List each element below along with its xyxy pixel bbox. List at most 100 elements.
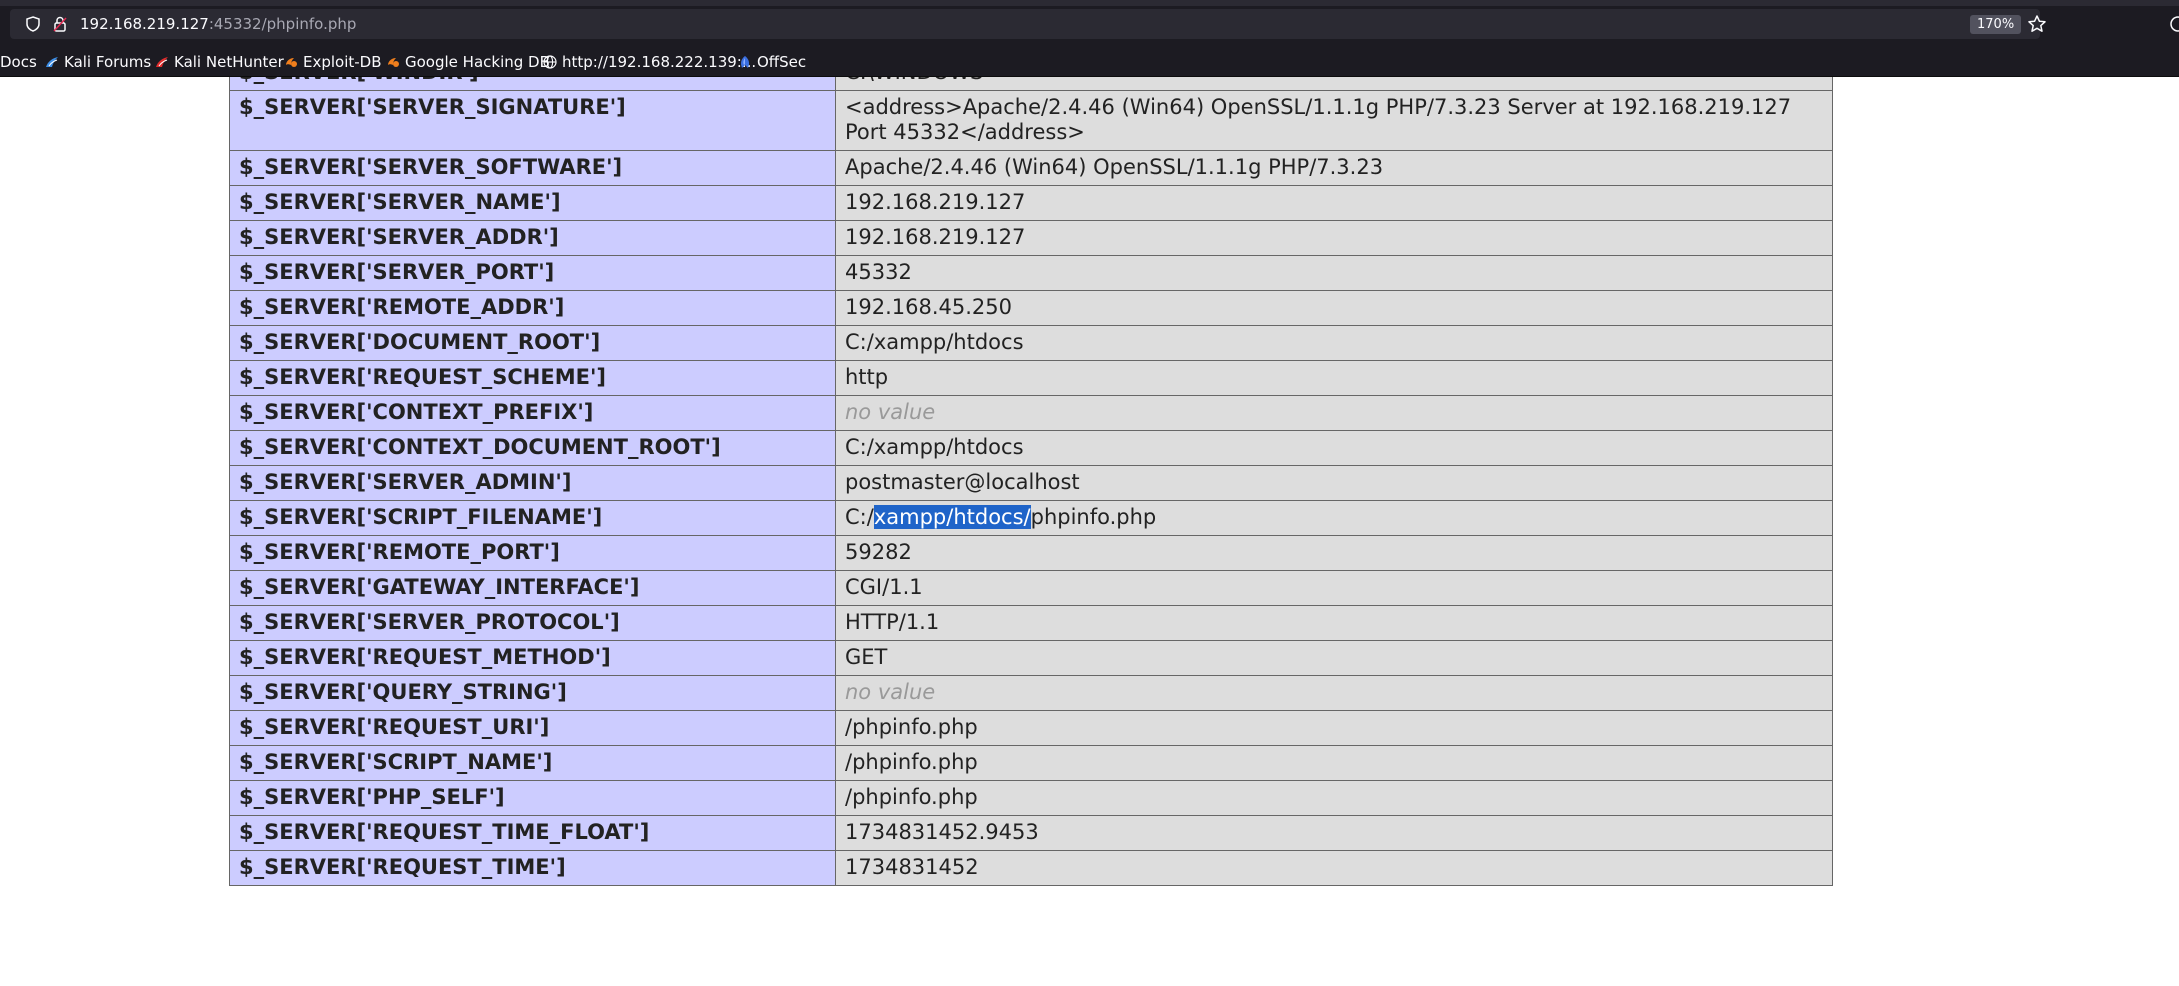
variable-value: C:\WINDOWS xyxy=(835,77,1833,91)
bookmark-label: Google Hacking DB xyxy=(405,53,550,71)
variable-value: <address>Apache/2.4.46 (Win64) OpenSSL/1… xyxy=(835,90,1833,151)
table-row: $_SERVER['SERVER_SIGNATURE'] <address>Ap… xyxy=(229,90,1833,151)
table-row: $_SERVER['CONTEXT_DOCUMENT_ROOT'] C:/xam… xyxy=(229,430,1833,466)
table-row: $_SERVER['CONTEXT_PREFIX'] no value xyxy=(229,395,1833,431)
bookmark-label: Kali NetHunter xyxy=(174,53,284,71)
variable-name: $_SERVER['SERVER_PORT'] xyxy=(229,255,836,291)
variable-name: $_SERVER['SERVER_SOFTWARE'] xyxy=(229,150,836,186)
value-part: C:/ xyxy=(845,505,874,529)
variable-value: 1734831452 xyxy=(835,850,1833,886)
variable-name: $_SERVER['CONTEXT_DOCUMENT_ROOT'] xyxy=(229,430,836,466)
table-row: $_SERVER['REMOTE_PORT'] 59282 xyxy=(229,535,1833,571)
table-row: $_SERVER['DOCUMENT_ROOT'] C:/xampp/htdoc… xyxy=(229,325,1833,361)
bookmarks-toolbar: Docs Kali Forums Kali NetHunter Exploit-… xyxy=(0,48,2179,77)
bookmark-label: OffSec xyxy=(757,53,807,71)
variable-value: GET xyxy=(835,640,1833,676)
variable-value: 59282 xyxy=(835,535,1833,571)
table-row: $_SERVER['WINDIR'] C:\WINDOWS xyxy=(229,77,1833,91)
bookmark-exploit-db[interactable]: Exploit-DB xyxy=(284,51,382,73)
url-path: :45332/phpinfo.php xyxy=(208,15,357,33)
variable-name: $_SERVER['PHP_SELF'] xyxy=(229,780,836,816)
table-row: $_SERVER['PHP_SELF'] /phpinfo.php xyxy=(229,780,1833,816)
browser-toolbar: 192.168.219.127:45332/phpinfo.php 170% xyxy=(0,0,2179,48)
selected-text[interactable]: xampp/htdocs/ xyxy=(873,505,1031,529)
variable-name: $_SERVER['REQUEST_URI'] xyxy=(229,710,836,746)
exploit-db-icon xyxy=(286,58,297,67)
bookmark-kali-nethunter[interactable]: Kali NetHunter xyxy=(155,51,284,73)
variable-value: 45332 xyxy=(835,255,1833,291)
globe-icon xyxy=(543,55,557,69)
table-row: $_SERVER['REQUEST_SCHEME'] http xyxy=(229,360,1833,396)
table-row: $_SERVER['SERVER_PORT'] 45332 xyxy=(229,255,1833,291)
bookmark-docs[interactable]: Docs xyxy=(0,51,37,73)
offsec-icon xyxy=(741,56,749,68)
variable-value-empty: no value xyxy=(835,395,1833,431)
variable-name: $_SERVER['SERVER_SIGNATURE'] xyxy=(229,90,836,151)
variable-name: $_SERVER['SERVER_ADMIN'] xyxy=(229,465,836,501)
variable-name: $_SERVER['GATEWAY_INTERFACE'] xyxy=(229,570,836,606)
table-row: $_SERVER['REQUEST_URI'] /phpinfo.php xyxy=(229,710,1833,746)
url-host: 192.168.219.127 xyxy=(80,15,209,33)
variable-name: $_SERVER['SERVER_NAME'] xyxy=(229,185,836,221)
url-bar[interactable]: 192.168.219.127:45332/phpinfo.php 170% xyxy=(10,9,2046,39)
shield-icon[interactable] xyxy=(26,16,40,32)
variable-name: $_SERVER['REQUEST_TIME_FLOAT'] xyxy=(229,815,836,851)
bookmark-http-192-168-222-139[interactable]: http://192.168.222.139:... xyxy=(543,51,756,73)
value-part: phpinfo.php xyxy=(1030,505,1157,529)
bookmark-label: Exploit-DB xyxy=(303,53,382,71)
variable-value: C:/xampp/htdocs xyxy=(835,430,1833,466)
variable-value: 1734831452.9453 xyxy=(835,815,1833,851)
table-row: $_SERVER['REMOTE_ADDR'] 192.168.45.250 xyxy=(229,290,1833,326)
variable-value: 192.168.219.127 xyxy=(835,185,1833,221)
zoom-level-button[interactable]: 170% xyxy=(1970,15,2022,34)
variable-value: /phpinfo.php xyxy=(835,710,1833,746)
url-text[interactable]: 192.168.219.127:45332/phpinfo.php xyxy=(80,15,356,33)
php-variables-table: $_SERVER['WINDIR'] C:\WINDOWS $_SERVER['… xyxy=(229,77,1833,886)
bookmark-offsec[interactable]: OffSec xyxy=(738,51,806,73)
table-row: $_SERVER['SERVER_SOFTWARE'] Apache/2.4.4… xyxy=(229,150,1833,186)
ghdb-icon xyxy=(388,58,399,67)
variable-value: 192.168.219.127 xyxy=(835,220,1833,256)
table-row: $_SERVER['QUERY_STRING'] no value xyxy=(229,675,1833,711)
kali-dragon-icon xyxy=(46,57,58,67)
table-row: $_SERVER['REQUEST_TIME_FLOAT'] 173483145… xyxy=(229,815,1833,851)
variable-value: /phpinfo.php xyxy=(835,745,1833,781)
variable-name: $_SERVER['SCRIPT_FILENAME'] xyxy=(229,500,836,536)
bookmark-star-icon[interactable] xyxy=(2027,14,2047,34)
table-row: $_SERVER['SERVER_ADMIN'] postmaster@loca… xyxy=(229,465,1833,501)
table-row: $_SERVER['SERVER_NAME'] 192.168.219.127 xyxy=(229,185,1833,221)
variable-value: C:/xampp/htdocs/phpinfo.php xyxy=(835,500,1833,536)
variable-value: Apache/2.4.46 (Win64) OpenSSL/1.1.1g PHP… xyxy=(835,150,1833,186)
table-row: $_SERVER['REQUEST_TIME'] 1734831452 xyxy=(229,850,1833,886)
table-row: $_SERVER['REQUEST_METHOD'] GET xyxy=(229,640,1833,676)
table-row: $_SERVER['SERVER_ADDR'] 192.168.219.127 xyxy=(229,220,1833,256)
extensions-icon[interactable] xyxy=(2168,14,2179,34)
variable-value: /phpinfo.php xyxy=(835,780,1833,816)
lock-warning-icon[interactable] xyxy=(53,16,67,32)
variable-name: $_SERVER['REMOTE_PORT'] xyxy=(229,535,836,571)
variable-value: C:/xampp/htdocs xyxy=(835,325,1833,361)
tab-strip-edge xyxy=(0,0,2179,6)
bookmark-label: Kali Forums xyxy=(64,53,152,71)
variable-name: $_SERVER['SCRIPT_NAME'] xyxy=(229,745,836,781)
bookmark-label: Docs xyxy=(0,53,37,71)
bookmark-kali-forums[interactable]: Kali Forums xyxy=(45,51,151,73)
variable-name: $_SERVER['REQUEST_METHOD'] xyxy=(229,640,836,676)
table-row: $_SERVER['GATEWAY_INTERFACE'] CGI/1.1 xyxy=(229,570,1833,606)
variable-value: HTTP/1.1 xyxy=(835,605,1833,641)
variable-name: $_SERVER['WINDIR'] xyxy=(229,77,836,91)
variable-name: $_SERVER['CONTEXT_PREFIX'] xyxy=(229,395,836,431)
variable-value: http xyxy=(835,360,1833,396)
table-row: $_SERVER['SCRIPT_FILENAME'] C:/xampp/htd… xyxy=(229,500,1833,536)
variable-name: $_SERVER['REQUEST_TIME'] xyxy=(229,850,836,886)
bookmark-google-hacking-db[interactable]: Google Hacking DB xyxy=(386,51,550,73)
variable-value-empty: no value xyxy=(835,675,1833,711)
variable-name: $_SERVER['REQUEST_SCHEME'] xyxy=(229,360,836,396)
variable-name: $_SERVER['SERVER_PROTOCOL'] xyxy=(229,605,836,641)
table-row: $_SERVER['SERVER_PROTOCOL'] HTTP/1.1 xyxy=(229,605,1833,641)
variable-value: CGI/1.1 xyxy=(835,570,1833,606)
table-row: $_SERVER['SCRIPT_NAME'] /phpinfo.php xyxy=(229,745,1833,781)
variable-value: 192.168.45.250 xyxy=(835,290,1833,326)
bookmark-label: http://192.168.222.139:... xyxy=(562,53,757,71)
variable-name: $_SERVER['SERVER_ADDR'] xyxy=(229,220,836,256)
